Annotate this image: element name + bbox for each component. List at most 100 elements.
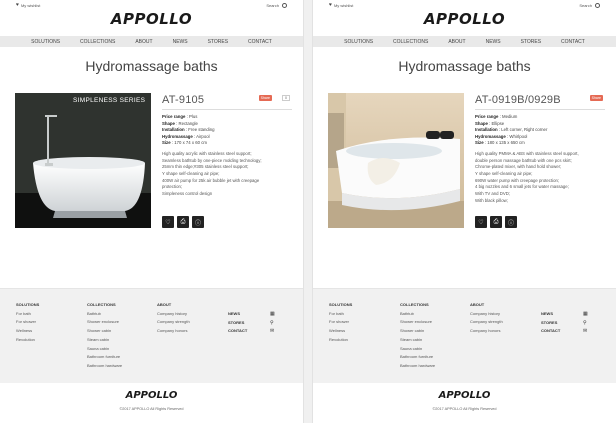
nav-stores[interactable]: STORES xyxy=(198,36,238,47)
footer-logo[interactable]: APPOLLO xyxy=(313,390,616,401)
footer-news-link[interactable]: NEWS xyxy=(228,310,247,319)
footer-contact-link[interactable]: CONTACT xyxy=(541,327,560,336)
heart-icon: ♥ xyxy=(329,2,332,8)
footer-link[interactable]: Bathroom hardware xyxy=(400,362,435,371)
wishlist-heart-icon[interactable]: ♡ xyxy=(475,216,487,228)
product-name: AT-0919B/0929B xyxy=(475,94,561,106)
footer-link[interactable]: Bathroom hardware xyxy=(87,362,122,371)
footer-link[interactable]: Revolution xyxy=(16,336,39,345)
footer-link[interactable]: Bathtub xyxy=(400,310,435,319)
nav-solutions[interactable]: SOLUTIONS xyxy=(334,36,383,47)
footer-link[interactable]: Wellness xyxy=(329,327,352,336)
product-actions: ♡ ⎙ ⓘ xyxy=(162,216,204,228)
top-bar: ♥ My wishlist Search xyxy=(0,0,303,10)
footer: SOLUTIONS For bath For shower Wellness R… xyxy=(0,288,303,383)
footer-link[interactable]: Shower enclosure xyxy=(87,318,122,327)
main-nav: SOLUTIONS COLLECTIONS ABOUT NEWS STORES … xyxy=(0,36,303,47)
footer-link[interactable]: Company history xyxy=(157,310,190,319)
print-icon[interactable]: ⎙ xyxy=(490,216,502,228)
wishlist-label: My wishlist xyxy=(333,3,354,8)
product-info: AT-0919B/0929B Share Price range : Mediu… xyxy=(475,94,605,205)
wishlist-heart-icon[interactable]: ♡ xyxy=(162,216,174,228)
search-icon xyxy=(595,3,600,8)
product-image[interactable]: SIMPLENESS SERIES xyxy=(15,93,151,228)
footer-link[interactable]: Sauna cabin xyxy=(87,345,122,354)
search-icon xyxy=(282,3,287,8)
footer-stores-link[interactable]: STORES xyxy=(228,319,247,328)
nav-collections[interactable]: COLLECTIONS xyxy=(70,36,125,47)
nav-contact[interactable]: CONTACT xyxy=(551,36,595,47)
footer-link[interactable]: Revolution xyxy=(329,336,352,345)
footer-link[interactable]: Steam cabin xyxy=(400,336,435,345)
product-name: AT-9105 xyxy=(162,94,205,106)
nav-collections[interactable]: COLLECTIONS xyxy=(383,36,438,47)
nav-stores[interactable]: STORES xyxy=(511,36,551,47)
footer-link[interactable]: Company history xyxy=(470,310,503,319)
footer-link[interactable]: For shower xyxy=(329,318,352,327)
brand-logo[interactable]: APPOLLO xyxy=(313,10,616,28)
spec-row: Size : 170 x 74 x 60 cm xyxy=(162,140,207,146)
map-pin-icon: ⚲ xyxy=(583,319,587,326)
wishlist-link[interactable]: ♥ My wishlist xyxy=(16,3,41,9)
wishlist-label: My wishlist xyxy=(20,3,41,8)
footer-news-link[interactable]: NEWS xyxy=(541,310,560,319)
product-description: High quality PMMA & ABS with stainless s… xyxy=(475,150,579,203)
nav-news[interactable]: NEWS xyxy=(163,36,198,47)
footer-contact-link[interactable]: CONTACT xyxy=(228,327,247,336)
footer-link[interactable]: For bath xyxy=(329,310,352,319)
footer-link[interactable]: Sauna cabin xyxy=(400,345,435,354)
search-link[interactable]: Search xyxy=(266,3,287,8)
page-gutter xyxy=(303,0,313,423)
brand-logo[interactable]: APPOLLO xyxy=(0,10,303,28)
footer-link[interactable]: Wellness xyxy=(16,327,39,336)
spec-row: Hydromassage : Whirlpool xyxy=(475,133,528,139)
product-info: AT-9105 Share 0 Price range : Plus Shape… xyxy=(162,94,292,198)
footer-link[interactable]: Shower cabin xyxy=(400,327,435,336)
nav-about[interactable]: ABOUT xyxy=(125,36,162,47)
share-button[interactable]: Share xyxy=(589,95,603,101)
nav-solutions[interactable]: SOLUTIONS xyxy=(21,36,70,47)
wishlist-link[interactable]: ♥ My wishlist xyxy=(329,2,354,9)
info-icon[interactable]: ⓘ xyxy=(505,216,517,228)
footer-logo[interactable]: APPOLLO xyxy=(0,390,303,401)
footer-stores-link[interactable]: STORES xyxy=(541,319,560,328)
main-nav: SOLUTIONS COLLECTIONS ABOUT NEWS STORES … xyxy=(313,36,616,47)
footer-link[interactable]: Company honors xyxy=(157,327,190,336)
nav-about[interactable]: ABOUT xyxy=(438,36,475,47)
bottom-bar: APPOLLO ©2017 APPOLLO All Rights Reserve… xyxy=(313,383,616,423)
footer-link[interactable]: Bathroom furniture xyxy=(87,353,122,362)
product-description: High quality acrylic with stainless stee… xyxy=(162,150,262,197)
footer-link[interactable]: Shower enclosure xyxy=(400,318,435,327)
footer-solutions: SOLUTIONS For bath For shower Wellness R… xyxy=(329,301,352,345)
share-button[interactable]: Share xyxy=(258,95,272,101)
footer-link[interactable]: For shower xyxy=(16,318,39,327)
nav-news[interactable]: NEWS xyxy=(476,36,511,47)
footer-collections: COLLECTIONS Bathtub Shower enclosure Sho… xyxy=(87,301,122,371)
footer-link[interactable]: Steam cabin xyxy=(87,336,122,345)
footer-link[interactable]: For bath xyxy=(16,310,39,319)
info-icon[interactable]: ⓘ xyxy=(192,216,204,228)
nav-contact[interactable]: CONTACT xyxy=(238,36,282,47)
search-label: Search xyxy=(579,3,592,8)
footer-links: NEWS STORES CONTACT xyxy=(541,310,560,336)
footer-link[interactable]: Company strength xyxy=(470,318,503,327)
product-image[interactable] xyxy=(328,93,464,228)
search-label: Search xyxy=(266,3,279,8)
footer-link[interactable]: Company honors xyxy=(470,327,503,336)
divider xyxy=(162,109,292,110)
footer-link[interactable]: Company strength xyxy=(157,318,190,327)
calendar-icon: ▦ xyxy=(583,311,588,317)
top-bar: ♥ My wishlist Search xyxy=(313,0,616,10)
spec-row: Shape : Ellipse xyxy=(475,120,505,126)
footer-link[interactable]: Shower cabin xyxy=(87,327,122,336)
left-page: ♥ My wishlist Search APPOLLO SOLUTIONS C… xyxy=(0,0,303,423)
footer-link[interactable]: Bathroom furniture xyxy=(400,353,435,362)
bottom-bar: APPOLLO ©2017 APPOLLO All Rights Reserve… xyxy=(0,383,303,423)
footer-link[interactable]: Bathtub xyxy=(87,310,122,319)
share-label: Share xyxy=(591,96,601,100)
print-icon[interactable]: ⎙ xyxy=(177,216,189,228)
footer: SOLUTIONS For bath For shower Wellness R… xyxy=(313,288,616,383)
page-title: Hydromassage baths xyxy=(398,58,531,74)
image-banner: SIMPLENESS SERIES xyxy=(73,97,146,104)
search-link[interactable]: Search xyxy=(579,3,600,8)
